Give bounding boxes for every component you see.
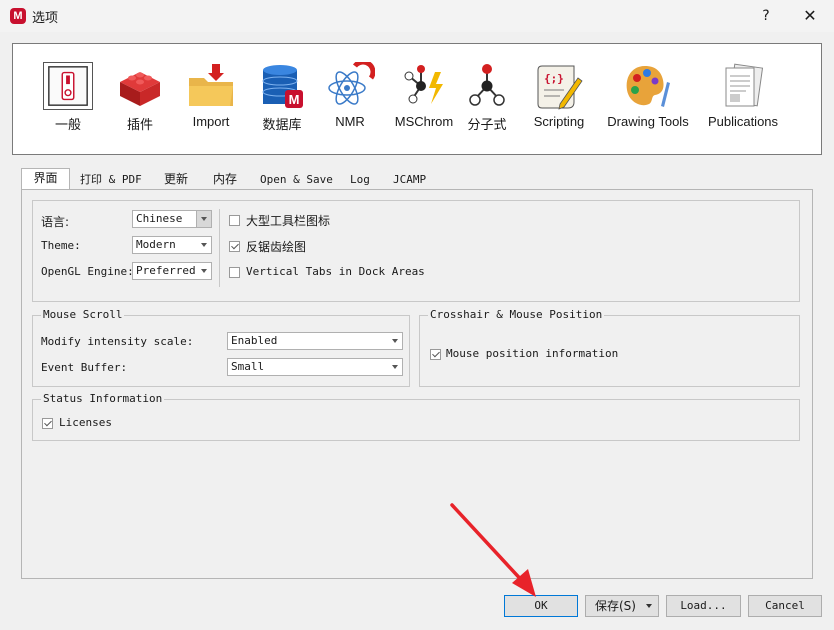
toolbar-label: Scripting <box>533 114 585 129</box>
chevron-down-icon <box>196 211 211 227</box>
crosshair-group: Crosshair & Mouse Position Mouse positio… <box>419 308 800 387</box>
theme-select[interactable]: Modern <box>132 236 212 254</box>
toolbar-item-molecule[interactable]: 分子式 <box>450 50 524 144</box>
window-title: 选项 <box>32 11 59 26</box>
documents-icon <box>725 63 764 107</box>
intensity-label: Modify intensity scale: <box>41 335 194 348</box>
tab-open-save[interactable]: Open & Save <box>260 170 333 189</box>
crosshair-title: Crosshair & Mouse Position <box>428 308 605 321</box>
buffer-value: Small <box>231 360 265 373</box>
divider <box>219 209 220 287</box>
toolbar-item-scripting[interactable]: {;} Scripting <box>522 50 596 144</box>
status-title: Status Information <box>41 392 165 405</box>
large-toolbar-checkbox[interactable] <box>229 215 240 226</box>
switch-icon <box>43 62 93 110</box>
chevron-down-icon <box>392 339 398 343</box>
folder-import-icon <box>189 64 233 106</box>
theme-value: Modern <box>136 238 176 251</box>
toolbar-item-publications[interactable]: Publications <box>706 50 780 144</box>
tab-print-pdf[interactable]: 打印 & PDF <box>80 170 142 189</box>
licenses-checkbox[interactable] <box>42 418 53 429</box>
tab-panel: 语言: Chinese Theme: Modern OpenGL Engine:… <box>21 189 813 579</box>
mouse-scroll-title: Mouse Scroll <box>41 308 125 321</box>
large-toolbar-label: 大型工具栏图标 <box>246 214 331 228</box>
help-button[interactable]: ? <box>752 4 780 28</box>
app-logo-icon: M <box>10 8 26 24</box>
svg-text:{;}: {;} <box>544 72 564 85</box>
title-bar <box>0 0 834 32</box>
tab-memory[interactable]: 内存 <box>213 170 237 189</box>
toolbar-item-database[interactable]: M 数据库 <box>245 50 319 144</box>
load-button[interactable]: Load... <box>666 595 741 617</box>
molecule-icon <box>469 64 505 106</box>
tab-interface[interactable]: 界面 <box>21 168 70 191</box>
language-label: 语言: <box>41 215 70 229</box>
intensity-select[interactable]: Enabled <box>227 332 403 350</box>
close-button[interactable]: ✕ <box>794 4 826 28</box>
molecule-lightning-icon <box>404 65 443 104</box>
mouse-scroll-group: Mouse Scroll Modify intensity scale: Ena… <box>32 308 410 387</box>
chevron-down-icon <box>392 365 398 369</box>
category-toolbar: 一般 插件 Import M 数据库 NMR MSChrom 分子式 {;} S… <box>12 43 822 155</box>
toolbar-label: Publications <box>707 114 779 129</box>
save-label: 保存(S) <box>595 599 636 613</box>
toolbar-label: Drawing Tools <box>607 114 689 129</box>
intensity-value: Enabled <box>231 334 278 347</box>
chevron-down-icon <box>201 243 207 247</box>
buffer-select[interactable]: Small <box>227 358 403 376</box>
vertical-tabs-checkbox[interactable] <box>229 267 240 278</box>
svg-text:M: M <box>289 92 300 107</box>
opengl-value: Preferred <box>136 264 196 277</box>
vertical-tabs-label: Vertical Tabs in Dock Areas <box>246 265 425 278</box>
atom-magnet-icon <box>328 62 375 105</box>
palette-icon <box>626 66 670 107</box>
tab-jcamp[interactable]: JCAMP <box>393 170 426 189</box>
lego-brick-icon <box>120 72 160 106</box>
annotation-arrow-icon <box>450 503 536 597</box>
tab-update[interactable]: 更新 <box>164 170 188 189</box>
mouse-position-checkbox[interactable] <box>430 349 441 360</box>
language-value: Chinese <box>136 212 183 225</box>
opengl-select[interactable]: Preferred <box>132 262 212 280</box>
script-scroll-icon: {;} <box>537 65 583 110</box>
buffer-label: Event Buffer: <box>41 361 128 374</box>
toolbar-item-nmr[interactable]: NMR <box>313 50 387 144</box>
theme-label: Theme: <box>41 239 81 252</box>
status-group: Status Information Licenses <box>32 392 800 441</box>
chevron-down-icon <box>646 604 652 608</box>
general-group: 语言: Chinese Theme: Modern OpenGL Engine:… <box>32 200 800 302</box>
mouse-position-label: Mouse position information <box>446 347 619 360</box>
database-icon: M <box>262 65 303 108</box>
cancel-button[interactable]: Cancel <box>748 595 822 617</box>
antialias-checkbox[interactable] <box>229 241 240 252</box>
antialias-label: 反锯齿绘图 <box>246 240 307 254</box>
licenses-label: Licenses <box>59 416 112 429</box>
tab-log[interactable]: Log <box>350 170 370 189</box>
opengl-label: OpenGL Engine: <box>41 265 134 278</box>
save-button[interactable]: 保存(S) <box>585 595 659 617</box>
toolbar-item-plugins[interactable]: 插件 <box>103 50 177 144</box>
chevron-down-icon <box>201 269 207 273</box>
language-select[interactable]: Chinese <box>132 210 212 228</box>
toolbar-item-drawing-tools[interactable]: Drawing Tools <box>607 50 689 144</box>
